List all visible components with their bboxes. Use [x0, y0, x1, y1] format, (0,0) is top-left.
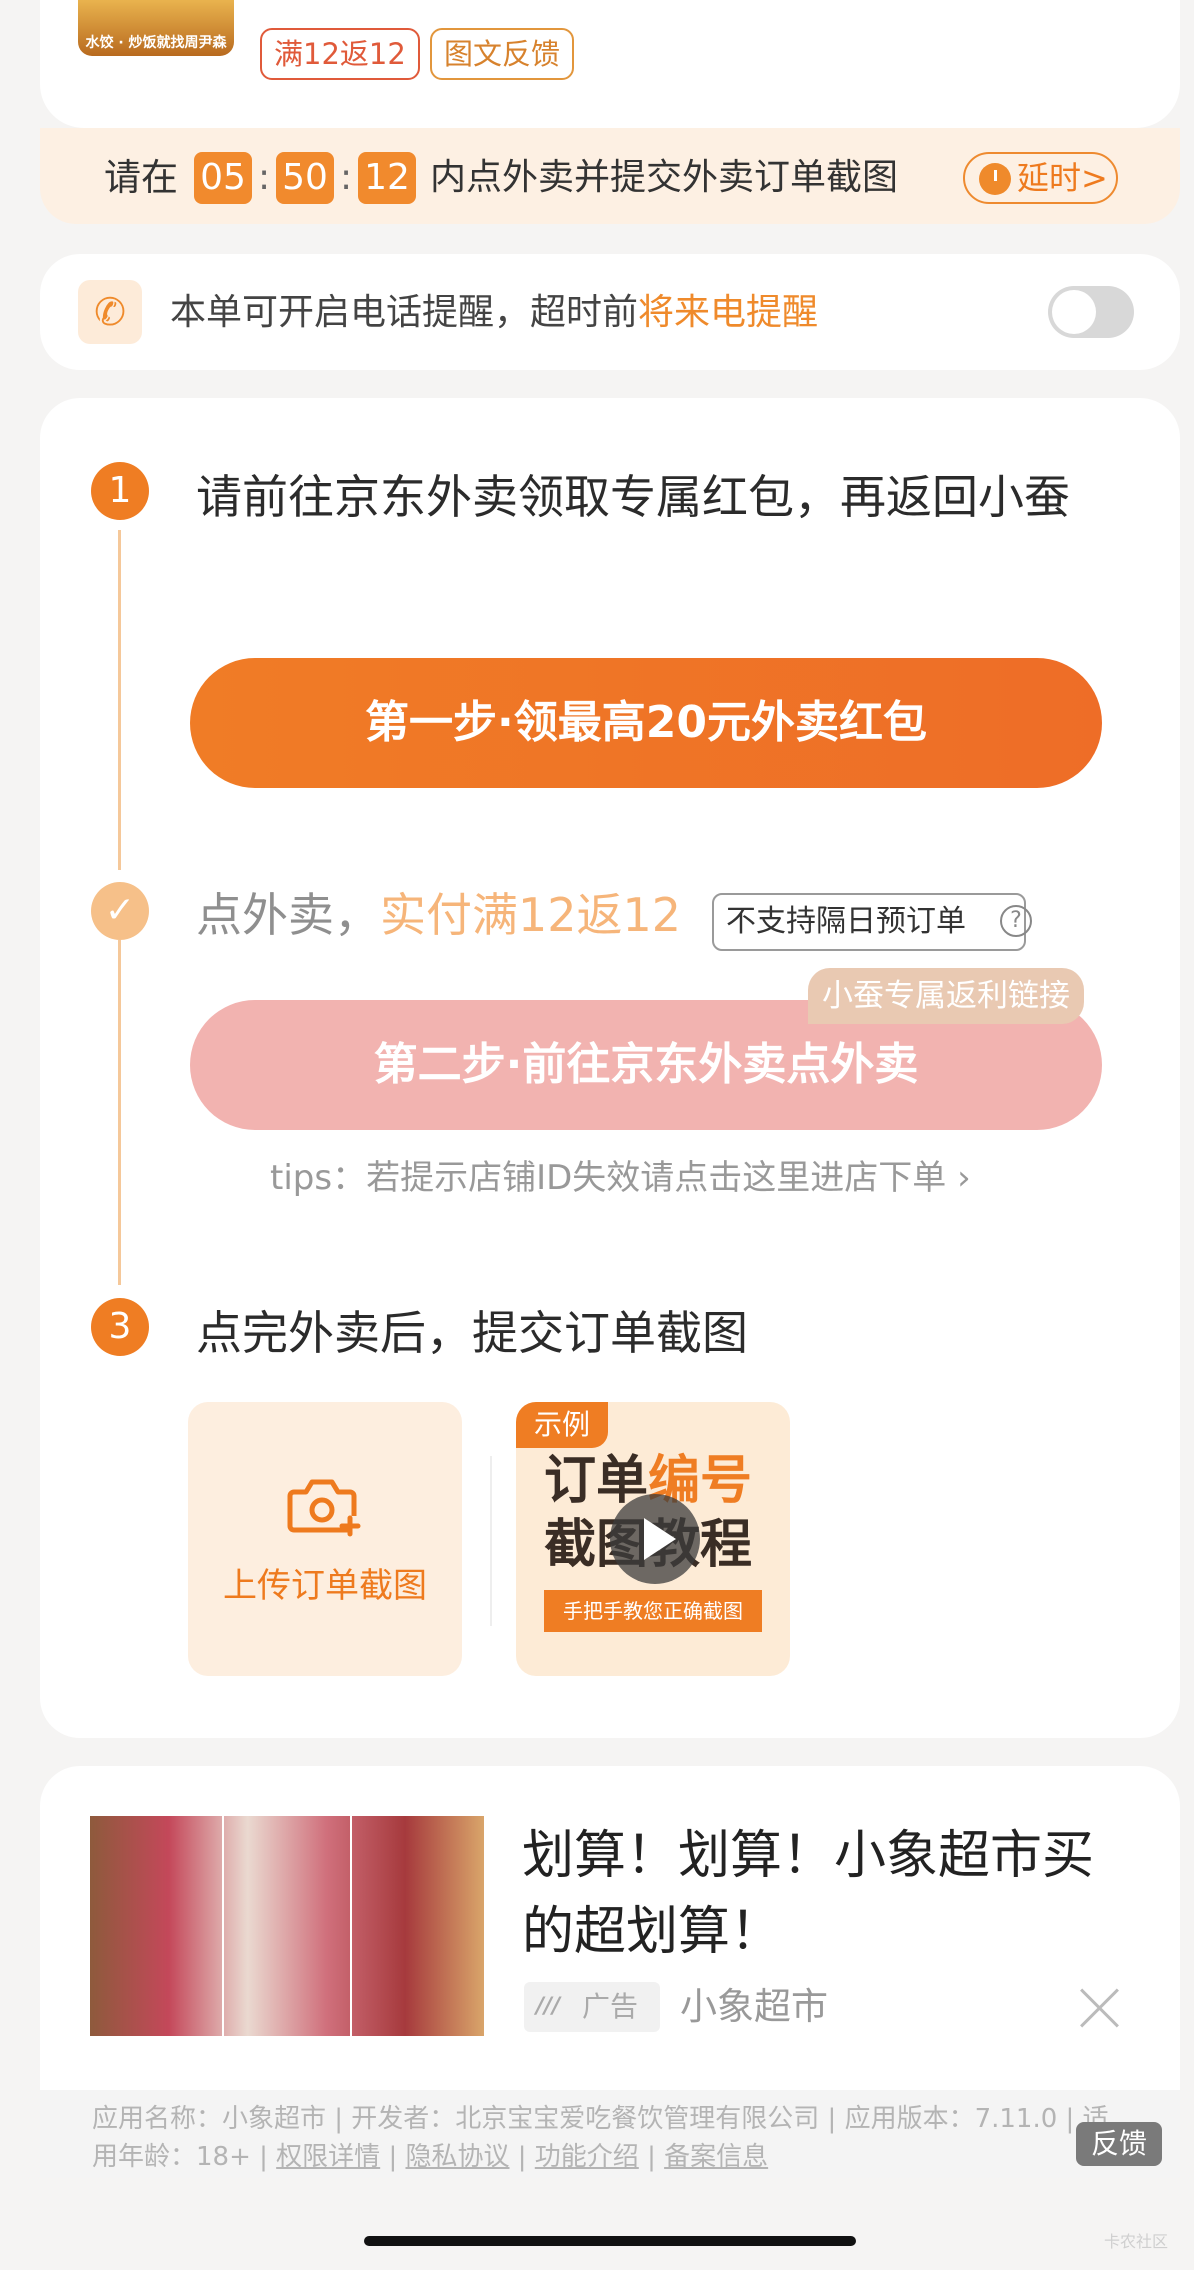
play-icon[interactable]	[610, 1494, 700, 1584]
step1-text: 请前往京东外卖领取专属红包，再返回小蚕	[196, 470, 1070, 524]
ad-image-divider	[222, 1816, 224, 2036]
countdown-seconds: 12	[358, 152, 416, 204]
exclusive-link-badge: 小蚕专属返利链接	[808, 968, 1084, 1024]
alarm-clock-icon	[979, 163, 1011, 195]
store-id-tips-link[interactable]: tips：若提示店铺ID失效请点击这里进店下单 ›	[270, 1150, 971, 1206]
countdown-suffix: 内点外卖并提交外卖订单截图	[430, 157, 899, 198]
reminder-highlight: 将来电提醒	[638, 292, 819, 333]
phone-reminder-toggle[interactable]	[1048, 286, 1134, 338]
cashback-tag: 满12返12	[260, 28, 420, 80]
step2-check-icon: ✓	[91, 882, 149, 940]
question-icon[interactable]: ?	[1000, 905, 1032, 937]
ad-title[interactable]: 划算！划算！小象超市买的超划算！	[522, 1818, 1142, 1970]
home-indicator[interactable]	[364, 2236, 856, 2246]
countdown-colon: :	[258, 157, 271, 198]
step-connector-line	[118, 530, 121, 870]
example-subtitle: 手把手教您正确截图	[544, 1590, 762, 1632]
reminder-text: 本单可开启电话提醒，超时前将来电提醒	[170, 285, 818, 341]
countdown-prefix: 请在	[104, 156, 178, 199]
step1-number: 1	[91, 462, 149, 520]
step2-highlight: 实付满12返12	[380, 888, 682, 942]
filing-info-link[interactable]: 备案信息	[664, 2142, 768, 2172]
ad-network-icon: ///	[536, 1994, 561, 2019]
step3-text: 点完外卖后，提交订单截图	[196, 1306, 748, 1360]
step3-number: 3	[91, 1298, 149, 1356]
permission-details-link[interactable]: 权限详情	[276, 2142, 380, 2172]
privacy-policy-link[interactable]: 隐私协议	[405, 2142, 509, 2172]
divider	[490, 1456, 492, 1626]
ad-brand: 小象超市	[680, 1985, 828, 2028]
app-info-text: 应用名称：小象超市 | 开发者：北京宝宝爱吃餐饮管理有限公司 | 应用版本：7.…	[92, 2104, 1109, 2172]
upload-screenshot-label: 上传订单截图	[223, 1566, 427, 1606]
ad-image-divider	[350, 1816, 352, 2036]
close-icon[interactable]	[1078, 1986, 1122, 2030]
countdown-hours: 05	[194, 152, 252, 204]
shop-thumbnail[interactable]: 水饺 · 炒饭就找周尹森	[78, 0, 234, 56]
camera-plus-icon	[287, 1479, 361, 1537]
claim-red-packet-button[interactable]: 第一步·领最高20元外卖红包	[190, 658, 1102, 788]
countdown-colon: :	[340, 157, 353, 198]
upload-screenshot-button[interactable]	[188, 1402, 462, 1676]
shop-thumbnail-caption: 水饺 · 炒饭就找周尹森	[85, 35, 227, 51]
watermark: 卡农社区	[1104, 2232, 1169, 2251]
phone-icon: ✆	[78, 280, 142, 344]
lychee-ad-image[interactable]	[90, 1816, 484, 2036]
feature-intro-link[interactable]: 功能介绍	[535, 2142, 639, 2172]
step2-label: 点外卖，	[196, 888, 380, 942]
no-preorder-badge[interactable]: 不支持隔日预订单	[712, 893, 1026, 951]
step2-text: 点外卖，实付满12返12	[196, 880, 681, 950]
feedback-type-tag: 图文反馈	[430, 28, 575, 80]
reminder-label: 本单可开启电话提醒，超时前	[170, 292, 639, 333]
countdown-minutes: 50	[276, 152, 334, 204]
example-badge: 示例	[516, 1402, 608, 1448]
feedback-button[interactable]: 反馈	[1076, 2122, 1162, 2166]
step-connector-line	[118, 940, 121, 1285]
